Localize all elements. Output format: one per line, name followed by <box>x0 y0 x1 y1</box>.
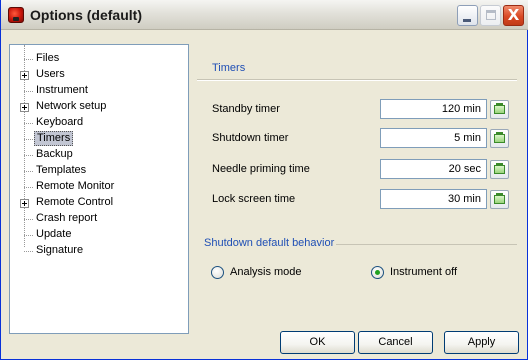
minimize-icon <box>463 19 471 22</box>
tree-branch-line <box>24 187 33 188</box>
maximize-button[interactable] <box>480 5 501 26</box>
close-button[interactable]: X <box>503 5 524 26</box>
standby-timer-picker-button[interactable] <box>490 100 509 119</box>
close-icon: X <box>507 6 520 24</box>
tree-item-label: Remote Control <box>36 196 114 208</box>
picker-icon <box>494 163 505 174</box>
shutdown-timer-field[interactable]: 5 min <box>380 128 487 148</box>
needle-priming-field[interactable]: 20 sec <box>380 159 487 179</box>
tree-branch-line <box>24 123 33 124</box>
group-title: Shutdown default behavior <box>204 237 337 249</box>
expand-plus-icon[interactable] <box>20 199 29 208</box>
tree-item-label: Signature <box>36 244 84 256</box>
shutdown-timer-picker-button[interactable] <box>490 129 509 148</box>
group-divider <box>335 244 517 245</box>
instrument-off-radio[interactable] <box>371 266 384 279</box>
maximize-icon <box>486 10 496 20</box>
analysis-mode-radio[interactable] <box>211 266 224 279</box>
tree-branch-line <box>24 251 33 252</box>
section-title: Timers <box>212 62 246 74</box>
window-title: Options (default) <box>30 7 142 23</box>
minimize-button[interactable] <box>457 5 478 26</box>
picker-icon <box>494 132 505 143</box>
tree-item-label: Files <box>36 52 60 64</box>
tree-branch-line <box>24 155 33 156</box>
tree-item-label: Users <box>36 68 65 80</box>
tree-item-crash-report[interactable]: Crash report <box>10 211 188 227</box>
cancel-button[interactable]: Cancel <box>358 331 433 354</box>
tree-item-users[interactable]: Users <box>10 67 188 83</box>
tree-item-update[interactable]: Update <box>10 227 188 243</box>
tree-item-label: Update <box>36 228 72 240</box>
tree-item-label: Crash report <box>36 212 98 224</box>
lock-screen-field[interactable]: 30 min <box>380 189 487 209</box>
tree-branch-line <box>24 171 33 172</box>
needle-priming-label: Needle priming time <box>212 163 310 175</box>
tree-item-label: Timers <box>34 131 74 146</box>
section-divider <box>197 80 517 81</box>
standby-timer-field[interactable]: 120 min <box>380 99 487 119</box>
tree-item-label: Instrument <box>36 84 88 96</box>
picker-icon <box>494 193 505 204</box>
lock-screen-picker-button[interactable] <box>490 190 509 209</box>
tree-item-remote-control[interactable]: Remote Control <box>10 195 188 211</box>
options-window: Options (default) X Files Users Instrume… <box>0 0 528 360</box>
expand-plus-icon[interactable] <box>20 71 29 80</box>
tree-item-instrument[interactable]: Instrument <box>10 83 188 99</box>
tree-item-backup[interactable]: Backup <box>10 147 188 163</box>
tree-item-timers[interactable]: Timers <box>10 131 188 147</box>
tree-branch-line <box>24 59 33 60</box>
apply-button[interactable]: Apply <box>444 331 519 354</box>
needle-priming-picker-button[interactable] <box>490 160 509 179</box>
tree-item-network-setup[interactable]: Network setup <box>10 99 188 115</box>
tree-branch-line <box>24 235 33 236</box>
tree-branch-line <box>24 219 33 220</box>
lock-screen-label: Lock screen time <box>212 193 296 205</box>
standby-timer-label: Standby timer <box>212 103 280 115</box>
tree-item-remote-monitor[interactable]: Remote Monitor <box>10 179 188 195</box>
instrument-off-label[interactable]: Instrument off <box>390 266 457 278</box>
tree-branch-line <box>24 139 33 140</box>
app-icon <box>8 7 24 23</box>
ok-button[interactable]: OK <box>280 331 355 354</box>
picker-icon <box>494 103 505 114</box>
tree-item-keyboard[interactable]: Keyboard <box>10 115 188 131</box>
tree-branch-line <box>24 91 33 92</box>
tree-item-label: Network setup <box>36 100 107 112</box>
tree-item-label: Remote Monitor <box>36 180 115 192</box>
tree-item-label: Keyboard <box>36 116 84 128</box>
title-bar[interactable]: Options (default) X <box>1 0 528 30</box>
analysis-mode-label[interactable]: Analysis mode <box>230 266 302 278</box>
tree-item-label: Backup <box>36 148 73 160</box>
tree-item-templates[interactable]: Templates <box>10 163 188 179</box>
options-tree[interactable]: Files Users Instrument Network setup Key… <box>9 44 189 334</box>
tree-item-files[interactable]: Files <box>10 51 188 67</box>
tree-item-signature[interactable]: Signature <box>10 243 188 259</box>
shutdown-timer-label: Shutdown timer <box>212 132 289 144</box>
tree-item-label: Templates <box>36 164 87 176</box>
expand-plus-icon[interactable] <box>20 103 29 112</box>
